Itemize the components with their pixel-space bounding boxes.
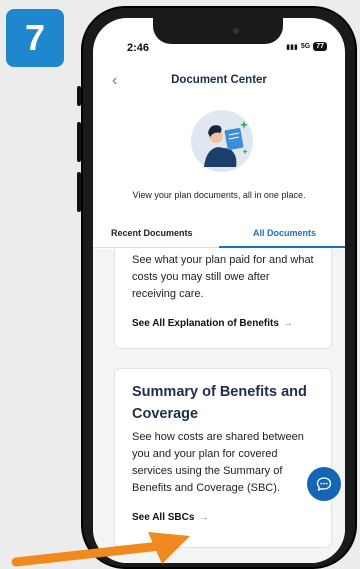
documents-list[interactable]: See what your plan paid for and what cos…	[93, 249, 345, 563]
intro-text: View your plan documents, all in one pla…	[132, 190, 306, 200]
network-label: 5G	[300, 43, 311, 50]
pointer-arrow-icon	[11, 532, 190, 567]
see-all-eob-link[interactable]: See All Explanation of Benefits →	[132, 318, 314, 329]
tab-recent-documents[interactable]: Recent Documents	[111, 228, 193, 238]
battery-icon: 77	[313, 42, 327, 51]
see-all-eob-label: See All Explanation of Benefits	[132, 318, 279, 329]
active-tab-indicator	[219, 246, 345, 248]
camera-dot	[233, 28, 239, 34]
status-time: 2:46	[127, 42, 150, 54]
phone-screen: 2:46 ▮▮▮ 5G 77 ‹ Document Center View yo…	[93, 18, 345, 563]
eob-description: See what your plan paid for and what cos…	[132, 254, 314, 300]
signal-icon: ▮▮▮	[286, 43, 298, 51]
tab-all-documents[interactable]: All Documents	[253, 228, 316, 238]
sbc-title: Summary of Benefits and Coverage	[132, 384, 307, 422]
status-indicators: ▮▮▮ 5G 77	[286, 42, 327, 51]
see-all-sbcs-link[interactable]: See All SBCs →	[132, 512, 314, 523]
page-title: Document Center	[171, 74, 267, 86]
sbc-description: See how costs are shared between you and…	[132, 431, 304, 494]
arrow-right-icon: →	[198, 512, 209, 523]
document-illustration-icon	[191, 110, 253, 172]
tab-bar: Recent Documents All Documents	[93, 218, 345, 248]
eob-card: See what your plan paid for and what cos…	[114, 249, 332, 349]
see-all-sbcs-label: See All SBCs	[132, 512, 195, 523]
step-number-badge: 7	[6, 9, 64, 67]
arrow-right-icon: →	[282, 318, 293, 329]
chat-bubble-icon	[316, 477, 332, 492]
sbc-card: Summary of Benefits and Coverage See how…	[114, 368, 332, 548]
chat-button[interactable]	[307, 467, 341, 501]
phone-notch	[153, 18, 283, 44]
phone-frame: 2:46 ▮▮▮ 5G 77 ‹ Document Center View yo…	[81, 6, 357, 569]
